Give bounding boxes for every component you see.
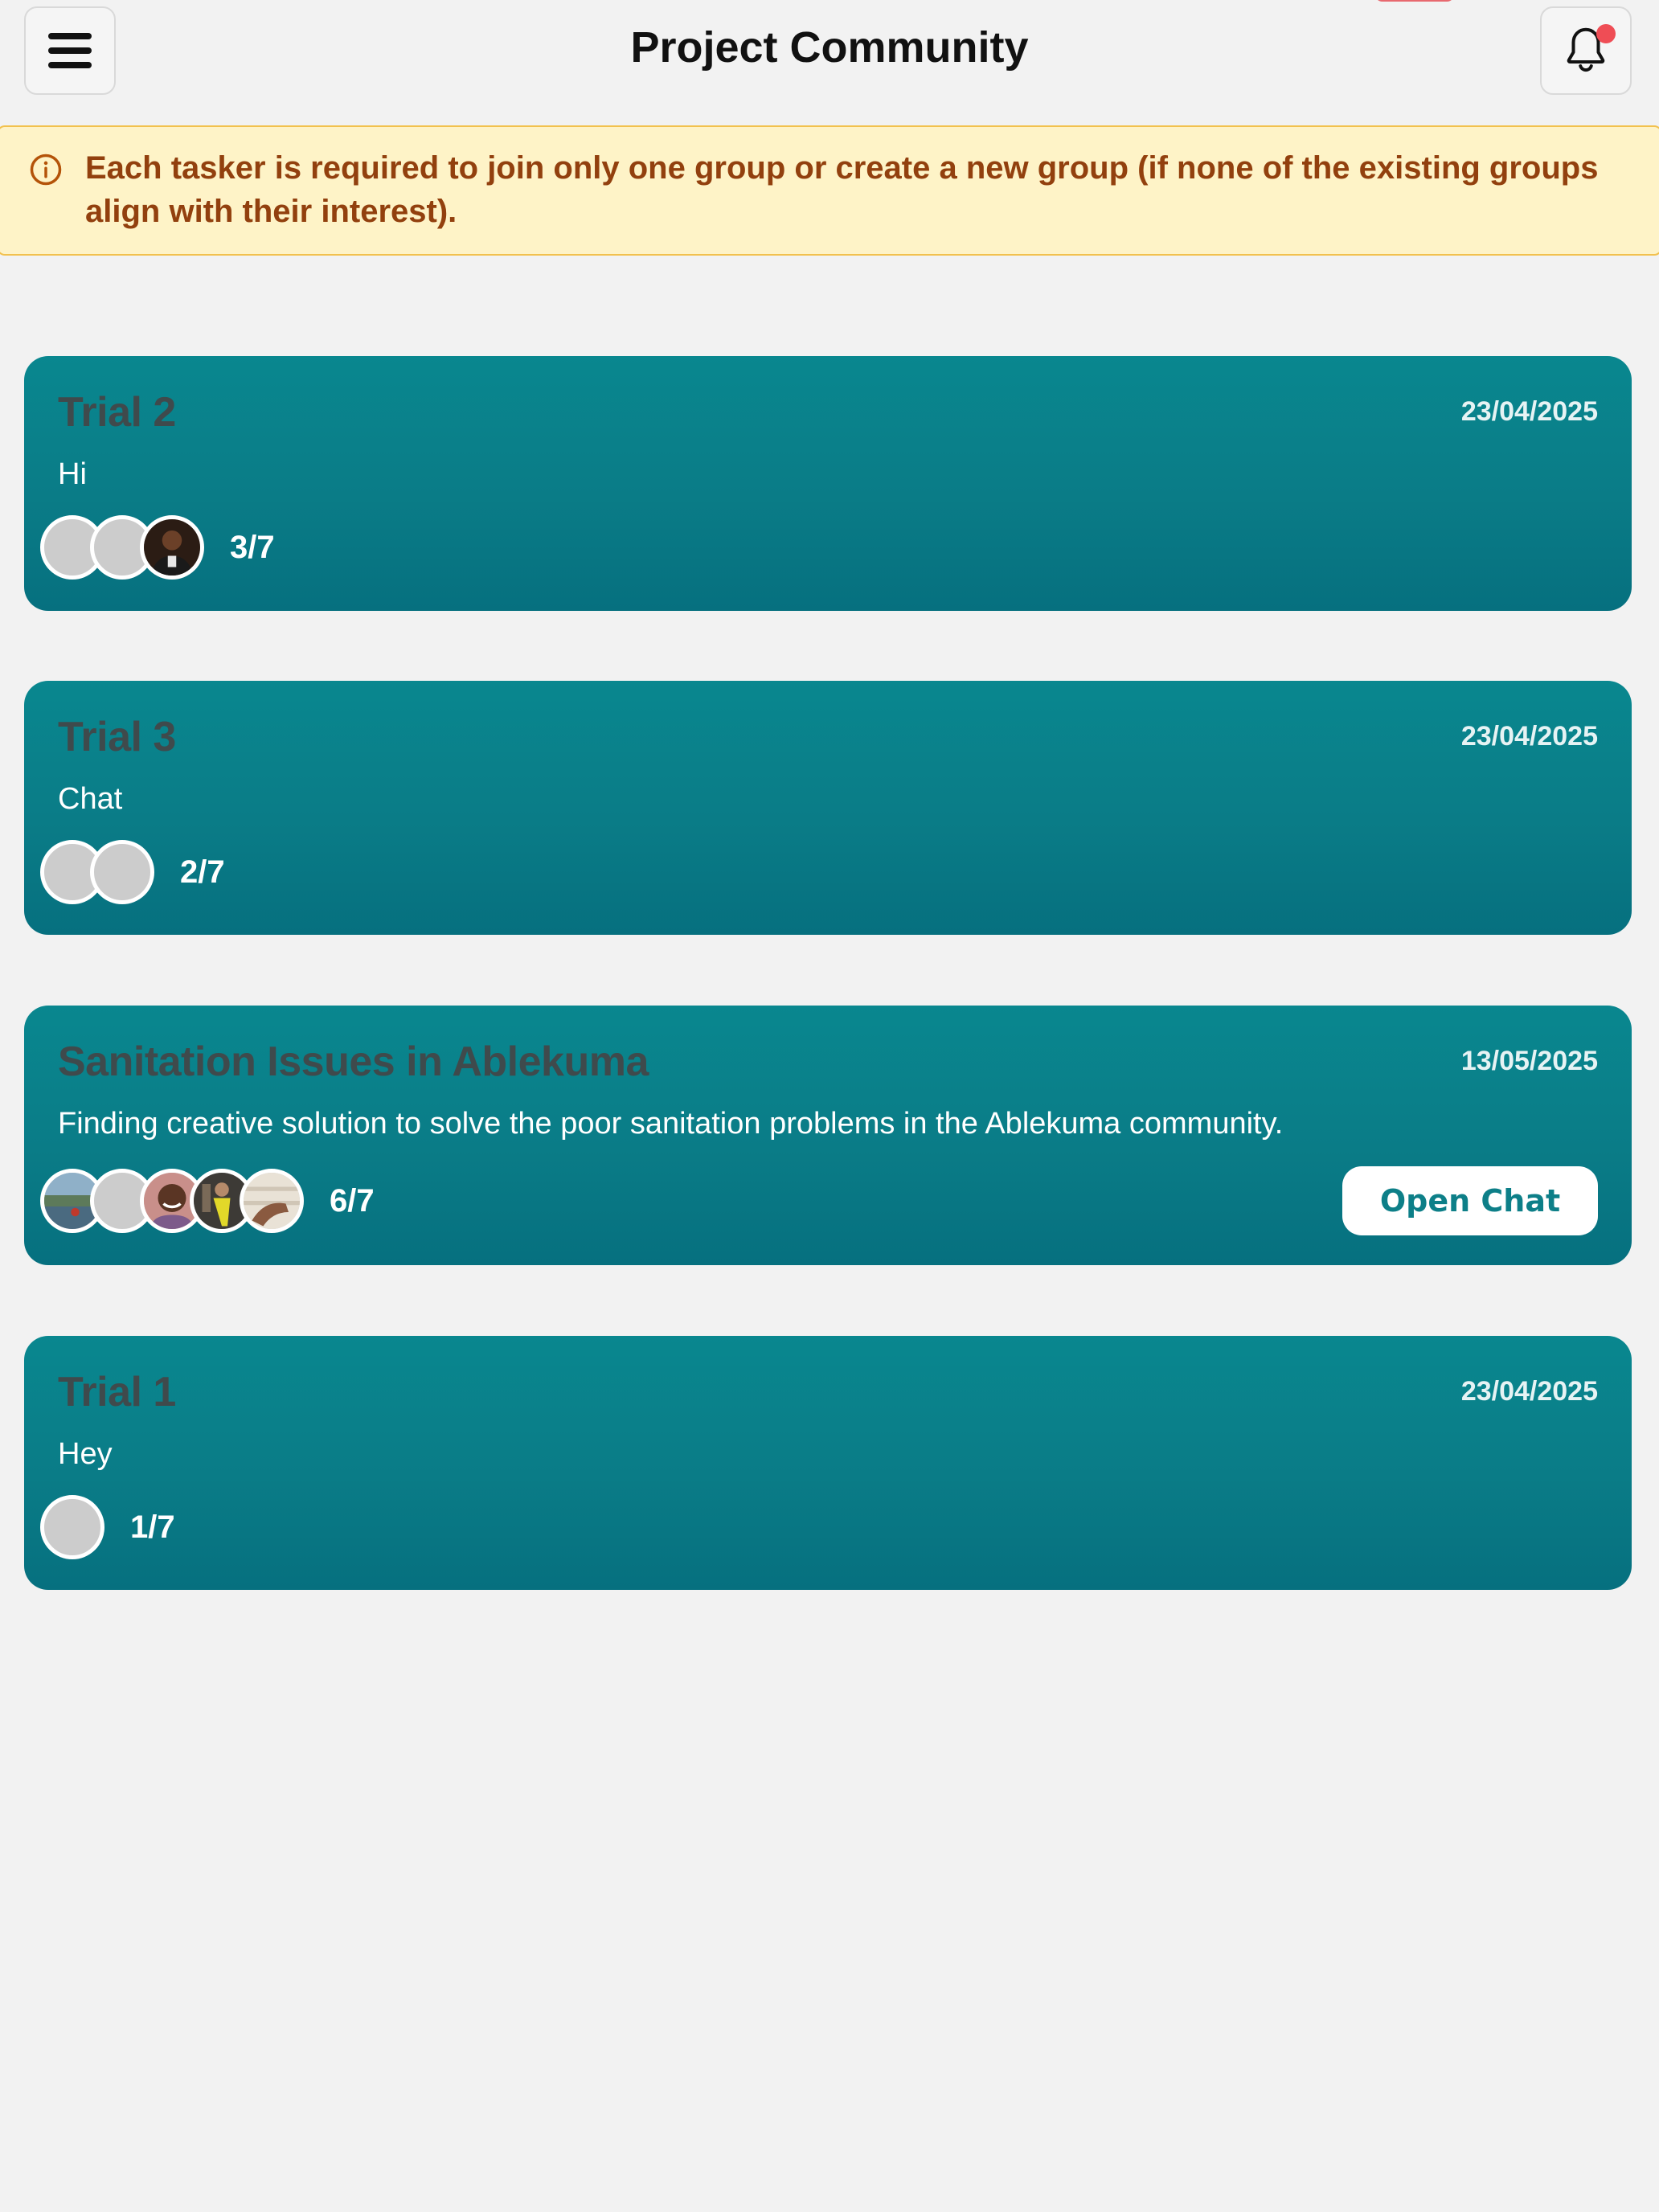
app-header: Project Community bbox=[0, 0, 1659, 124]
group-card[interactable]: Sanitation Issues in Ablekuma 13/05/2025… bbox=[24, 1006, 1632, 1265]
top-overlay-edge bbox=[1374, 0, 1455, 2]
page-title: Project Community bbox=[630, 23, 1029, 72]
avatar bbox=[240, 1169, 304, 1233]
members-count: 3/7 bbox=[230, 529, 275, 565]
group-card[interactable]: Trial 2 23/04/2025 Hi 3/7 bbox=[24, 356, 1632, 611]
user-photo-icon bbox=[244, 1173, 300, 1229]
members-row: 2/7 bbox=[40, 840, 225, 904]
user-photo-icon bbox=[144, 519, 200, 576]
members-row: 6/7 bbox=[40, 1169, 375, 1233]
members-count: 1/7 bbox=[130, 1509, 175, 1545]
group-title: Trial 3 bbox=[58, 714, 176, 760]
group-description: Finding creative solution to solve the p… bbox=[58, 1107, 1284, 1141]
members-count: 6/7 bbox=[330, 1182, 375, 1219]
group-card[interactable]: Trial 3 23/04/2025 Chat 2/7 bbox=[24, 681, 1632, 935]
members-row: 1/7 bbox=[40, 1495, 175, 1559]
members-row: 3/7 bbox=[40, 515, 275, 580]
avatar bbox=[90, 840, 154, 904]
info-notice: Each tasker is required to join only one… bbox=[0, 125, 1659, 256]
info-circle-icon bbox=[30, 154, 62, 186]
group-title: Trial 2 bbox=[58, 389, 176, 436]
group-date: 13/05/2025 bbox=[1460, 1046, 1598, 1076]
notifications-button[interactable] bbox=[1540, 6, 1632, 95]
avatar bbox=[40, 1495, 104, 1559]
group-date: 23/04/2025 bbox=[1460, 721, 1598, 752]
group-card[interactable]: Trial 1 23/04/2025 Hey 1/7 bbox=[24, 1336, 1632, 1590]
notice-text: Each tasker is required to join only one… bbox=[85, 150, 1599, 229]
group-date: 23/04/2025 bbox=[1460, 1376, 1598, 1407]
group-title: Trial 1 bbox=[58, 1369, 176, 1415]
group-description: Chat bbox=[58, 782, 123, 816]
notification-dot bbox=[1596, 24, 1616, 43]
avatar bbox=[140, 515, 204, 580]
group-description: Hey bbox=[58, 1437, 113, 1471]
group-description: Hi bbox=[58, 457, 87, 491]
open-chat-button[interactable]: Open Chat bbox=[1342, 1166, 1598, 1235]
members-count: 2/7 bbox=[180, 854, 225, 890]
group-date: 23/04/2025 bbox=[1460, 396, 1598, 427]
group-title: Sanitation Issues in Ablekuma bbox=[58, 1038, 649, 1085]
